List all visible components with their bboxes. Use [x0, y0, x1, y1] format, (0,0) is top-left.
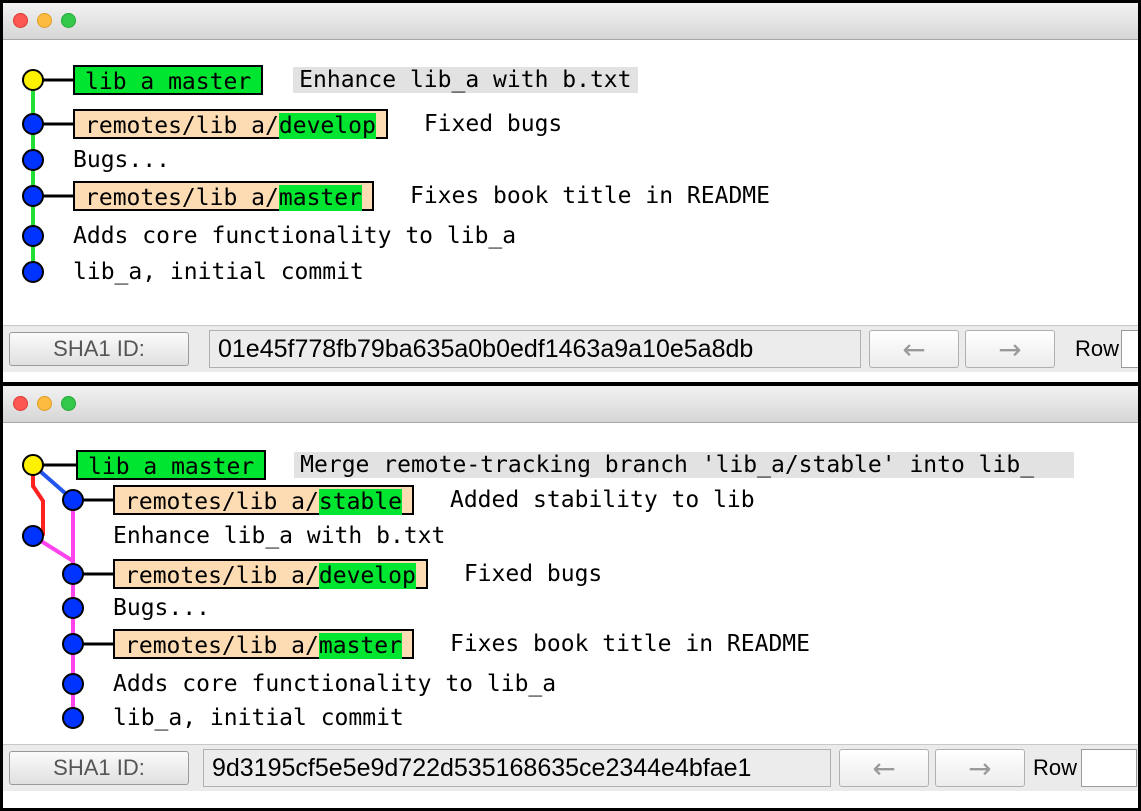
commit-message: lib_a, initial commit	[113, 705, 404, 731]
remote-prefix: remotes/lib_a/	[125, 563, 319, 589]
remote-branch-name: master	[318, 633, 402, 659]
commit-row[interactable]: Adds core functionality to lib_a	[113, 668, 556, 700]
commit-message: Bugs...	[113, 595, 210, 621]
commit-row[interactable]: remotes/lib_a/stable Added stability to …	[113, 484, 755, 516]
back-arrow-button[interactable]: ←	[839, 749, 929, 787]
commit-message: lib_a, initial commit	[73, 259, 364, 285]
row-label: Row	[1075, 336, 1120, 361]
commit-message: Merge remote-tracking branch 'lib_a/stab…	[294, 452, 1075, 478]
commit-row[interactable]: lib_a, initial commit	[73, 256, 364, 288]
remote-branch-name: develop	[278, 113, 376, 139]
commit-node[interactable]	[22, 149, 44, 171]
remote-branch-ref[interactable]: remotes/lib_a/develop	[113, 559, 428, 589]
remote-branch-name: master	[278, 185, 362, 211]
commit-node[interactable]	[62, 563, 84, 585]
remote-prefix: remotes/lib_a/	[85, 185, 279, 211]
commit-node[interactable]	[22, 261, 44, 283]
gitk-window-top: lib_a_master Enhance lib_a with b.txt re…	[0, 0, 1141, 385]
commit-message: Enhance lib_a with b.txt	[293, 67, 638, 93]
commit-row[interactable]: lib_a_master Enhance lib_a with b.txt	[73, 64, 638, 96]
sha-toolbar: SHA1 ID: 01e45f778fb79ba635a0b0edf1463a9…	[3, 325, 1138, 372]
remote-prefix: remotes/lib_a/	[125, 633, 319, 659]
commit-node[interactable]	[22, 185, 44, 207]
remote-prefix: remotes/lib_a/	[125, 489, 319, 515]
sha1-id-field[interactable]: 01e45f778fb79ba635a0b0edf1463a9a10e5a8db	[209, 330, 861, 368]
sha1-id-label: SHA1 ID:	[9, 751, 189, 785]
sha1-id-label: SHA1 ID:	[9, 332, 189, 366]
commit-node[interactable]	[22, 225, 44, 247]
commit-node[interactable]	[62, 489, 84, 511]
remote-branch-name: stable	[318, 489, 402, 515]
commit-row[interactable]: Bugs...	[113, 592, 210, 624]
commit-row[interactable]: lib_a_master Merge remote-tracking branc…	[76, 449, 1075, 481]
commit-message: Added stability to lib	[449, 487, 755, 513]
commit-node[interactable]	[22, 525, 44, 547]
row-label: Row	[1033, 755, 1078, 780]
back-arrow-button[interactable]: ←	[869, 330, 959, 368]
commit-row[interactable]: remotes/lib_a/develop Fixed bugs	[113, 558, 602, 590]
head-commit-node[interactable]	[22, 69, 44, 91]
head-commit-node[interactable]	[22, 454, 44, 476]
commit-node[interactable]	[22, 113, 44, 135]
commit-node[interactable]	[62, 633, 84, 655]
commit-message: Fixes book title in README	[409, 183, 770, 209]
remote-branch-ref[interactable]: remotes/lib_a/develop	[73, 109, 388, 139]
commit-row[interactable]: remotes/lib_a/master Fixes book title in…	[113, 628, 810, 660]
remote-prefix: remotes/lib_a/	[85, 113, 279, 139]
commit-message: Bugs...	[73, 147, 170, 173]
row-input[interactable]	[1081, 749, 1137, 787]
commit-row[interactable]: Bugs...	[73, 144, 170, 176]
commit-node[interactable]	[62, 673, 84, 695]
commit-node[interactable]	[62, 597, 84, 619]
local-branch-ref[interactable]: lib_a_master	[76, 450, 267, 480]
commit-message: Enhance lib_a with b.txt	[113, 523, 446, 549]
remote-branch-ref[interactable]: remotes/lib_a/master	[73, 181, 374, 211]
window-titlebar	[3, 386, 1138, 423]
forward-arrow-button[interactable]: →	[965, 330, 1055, 368]
commit-graph	[22, 454, 115, 729]
commit-row[interactable]: lib_a, initial commit	[113, 702, 404, 734]
commit-message: Fixed bugs	[463, 561, 603, 587]
remote-branch-ref[interactable]: remotes/lib_a/stable	[113, 485, 414, 515]
commit-row[interactable]: Adds core functionality to lib_a	[73, 220, 516, 252]
commit-message: Adds core functionality to lib_a	[73, 223, 517, 249]
local-branch-ref[interactable]: lib_a_master	[73, 65, 264, 95]
row-input[interactable]	[1121, 330, 1138, 368]
commit-message: Fixes book title in README	[449, 631, 810, 657]
window-titlebar	[3, 3, 1138, 40]
gitk-window-bottom: lib_a_master Merge remote-tracking branc…	[0, 383, 1141, 811]
commit-row[interactable]: Enhance lib_a with b.txt	[113, 520, 445, 552]
commit-message: Fixed bugs	[423, 111, 563, 137]
commit-node[interactable]	[62, 707, 84, 729]
commit-row[interactable]: remotes/lib_a/develop Fixed bugs	[73, 108, 562, 140]
remote-branch-ref[interactable]: remotes/lib_a/master	[113, 629, 414, 659]
commit-row[interactable]: remotes/lib_a/master Fixes book title in…	[73, 180, 770, 212]
commit-graph	[22, 69, 75, 283]
commit-message: Adds core functionality to lib_a	[113, 671, 557, 697]
forward-arrow-button[interactable]: →	[935, 749, 1025, 787]
sha-toolbar: SHA1 ID: 9d3195cf5e5e9d722d535168635ce23…	[3, 744, 1138, 791]
sha1-id-field[interactable]: 9d3195cf5e5e9d722d535168635ce2344e4bfae1	[203, 749, 831, 787]
remote-branch-name: develop	[318, 563, 416, 589]
